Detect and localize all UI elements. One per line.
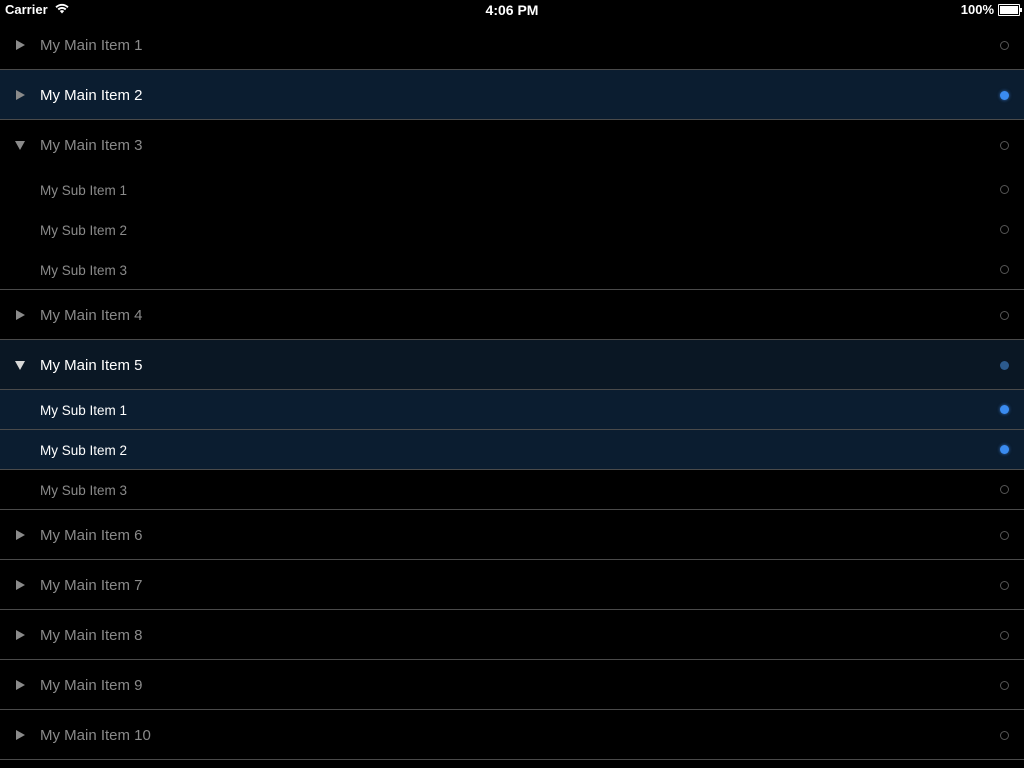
- battery-icon: [998, 3, 1022, 16]
- tree-sub-item[interactable]: My Sub Item 2: [0, 210, 1024, 250]
- tree-sub-item-label: My Sub Item 1: [40, 183, 128, 198]
- tree-main-item[interactable]: My Main Item 2: [0, 70, 1024, 120]
- disclosure-right-icon[interactable]: [14, 579, 26, 591]
- tree-main-item[interactable]: My Main Item 10: [0, 710, 1024, 760]
- tree-main-item[interactable]: My Main Item 9: [0, 660, 1024, 710]
- disclosure-right-icon[interactable]: [14, 679, 26, 691]
- tree-sub-item-label: My Sub Item 3: [40, 263, 128, 278]
- selection-dot-icon[interactable]: [1000, 185, 1009, 194]
- tree-sub-item[interactable]: My Sub Item 1: [0, 170, 1024, 210]
- disclosure-right-icon[interactable]: [14, 39, 26, 51]
- disclosure-right-icon[interactable]: [14, 629, 26, 641]
- tree-sub-item[interactable]: My Sub Item 2: [0, 430, 1024, 470]
- tree-main-item[interactable]: My Main Item 8: [0, 610, 1024, 660]
- tree-main-item-label: My Main Item 6: [40, 527, 143, 544]
- status-time: 4:06 PM: [485, 2, 539, 18]
- status-battery-group: 100%: [960, 2, 1022, 17]
- tree-main-item-label: My Main Item 2: [40, 87, 143, 104]
- tree-main-item[interactable]: My Main Item 7: [0, 560, 1024, 610]
- selection-dot-icon[interactable]: [1000, 361, 1009, 370]
- tree-main-item-label: My Main Item 4: [40, 307, 143, 324]
- tree-sub-item[interactable]: My Sub Item 3: [0, 470, 1024, 510]
- tree-sub-item-label: My Sub Item 2: [40, 443, 128, 458]
- selection-dot-icon[interactable]: [1000, 225, 1009, 234]
- selection-dot-icon[interactable]: [1000, 581, 1009, 590]
- disclosure-right-icon[interactable]: [14, 89, 26, 101]
- selection-dot-icon[interactable]: [1000, 485, 1009, 494]
- tree-main-item[interactable]: My Main Item 1: [0, 20, 1024, 70]
- selection-dot-icon[interactable]: [1000, 731, 1009, 740]
- disclosure-down-icon[interactable]: [14, 359, 26, 371]
- disclosure-right-icon[interactable]: [14, 529, 26, 541]
- selection-dot-icon[interactable]: [1000, 445, 1009, 454]
- selection-dot-icon[interactable]: [1000, 141, 1009, 150]
- selection-dot-icon[interactable]: [1000, 531, 1009, 540]
- selection-dot-icon[interactable]: [1000, 631, 1009, 640]
- tree-main-item-label: My Main Item 9: [40, 677, 143, 694]
- tree-main-item[interactable]: My Main Item 5: [0, 340, 1024, 390]
- selection-dot-icon[interactable]: [1000, 405, 1009, 414]
- tree-main-item[interactable]: My Main Item 3: [0, 120, 1024, 170]
- selection-dot-icon[interactable]: [1000, 311, 1009, 320]
- disclosure-down-icon[interactable]: [14, 139, 26, 151]
- tree-main-item-label: My Main Item 10: [40, 727, 151, 744]
- tree-sub-item[interactable]: My Sub Item 3: [0, 250, 1024, 290]
- tree-main-item-label: My Main Item 1: [40, 37, 143, 54]
- battery-percent: 100%: [960, 2, 994, 17]
- tree-sub-item-label: My Sub Item 1: [40, 403, 128, 418]
- tree-sub-item[interactable]: My Sub Item 1: [0, 390, 1024, 430]
- tree-main-item-label: My Main Item 3: [40, 137, 143, 154]
- tree-main-item[interactable]: My Main Item 4: [0, 290, 1024, 340]
- disclosure-right-icon[interactable]: [14, 729, 26, 741]
- tree-list: My Main Item 1 My Main Item 2 My Main Item…: [0, 20, 1024, 760]
- tree-sub-item-label: My Sub Item 3: [40, 483, 128, 498]
- tree-main-item-label: My Main Item 7: [40, 577, 143, 594]
- disclosure-right-icon[interactable]: [14, 309, 26, 321]
- status-bar: Carrier 4:06 PM 100%: [0, 0, 1024, 20]
- tree-main-item-label: My Main Item 5: [40, 357, 143, 374]
- selection-dot-icon[interactable]: [1000, 91, 1009, 100]
- tree-sub-item-label: My Sub Item 2: [40, 223, 128, 238]
- tree-main-item-label: My Main Item 8: [40, 627, 143, 644]
- selection-dot-icon[interactable]: [1000, 265, 1009, 274]
- selection-dot-icon[interactable]: [1000, 681, 1009, 690]
- selection-dot-icon[interactable]: [1000, 41, 1009, 50]
- screen: Carrier 4:06 PM 100% My Main Item 1 My Ma…: [0, 0, 1024, 768]
- tree-main-item[interactable]: My Main Item 6: [0, 510, 1024, 560]
